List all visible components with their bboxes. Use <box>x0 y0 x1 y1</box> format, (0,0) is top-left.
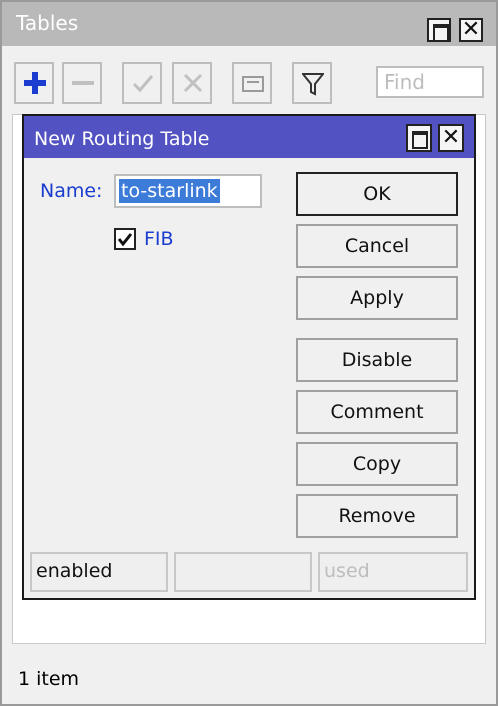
filter-button[interactable] <box>292 62 332 104</box>
comment-button[interactable] <box>232 62 272 104</box>
dialog-maximize-button[interactable] <box>406 124 432 152</box>
apply-button[interactable]: Apply <box>296 276 458 320</box>
dialog-close-button[interactable]: ✕ <box>438 124 464 152</box>
status-used: used <box>318 552 468 592</box>
remove-button[interactable]: Remove <box>296 494 458 538</box>
fib-checkbox[interactable] <box>114 228 136 250</box>
plus-icon <box>24 72 46 94</box>
close-icon: ✕ <box>441 125 461 150</box>
dialog-titlebar[interactable]: New Routing Table ✕ <box>24 116 474 158</box>
status-enabled: enabled <box>30 552 168 592</box>
item-count: 1 item <box>18 668 80 690</box>
disable-button[interactable] <box>172 62 212 104</box>
comment-icon <box>242 76 264 92</box>
status-middle <box>174 552 312 592</box>
cancel-button[interactable]: Cancel <box>296 224 458 268</box>
name-value: to-starlink <box>119 179 220 203</box>
new-routing-table-dialog: New Routing Table ✕ Name: to-starlink FI… <box>22 114 476 600</box>
toolbar: Find <box>2 58 496 108</box>
disable-button[interactable]: Disable <box>296 338 458 382</box>
add-button[interactable] <box>14 62 54 104</box>
name-input[interactable]: to-starlink <box>114 174 262 208</box>
filter-icon <box>302 73 324 96</box>
name-label: Name: <box>40 180 103 202</box>
minus-icon <box>72 81 94 85</box>
checkmark-icon <box>117 233 133 247</box>
window-titlebar[interactable]: Tables ✕ <box>2 2 496 46</box>
close-button[interactable]: ✕ <box>459 18 483 42</box>
remove-button[interactable] <box>62 62 102 104</box>
ok-button[interactable]: OK <box>296 172 458 216</box>
dialog-title: New Routing Table <box>34 128 210 150</box>
comment-button[interactable]: Comment <box>296 390 458 434</box>
statusbar: 1 item <box>12 654 486 698</box>
check-icon <box>132 75 154 93</box>
copy-button[interactable]: Copy <box>296 442 458 486</box>
find-input[interactable]: Find <box>376 66 484 98</box>
cross-icon <box>183 73 203 93</box>
close-icon: ✕ <box>461 17 481 42</box>
window-title: Tables <box>16 11 79 35</box>
fib-label: FIB <box>144 228 174 250</box>
maximize-button[interactable] <box>427 18 451 42</box>
maximize-icon <box>412 131 428 149</box>
maximize-icon <box>433 24 449 42</box>
enable-button[interactable] <box>122 62 162 104</box>
